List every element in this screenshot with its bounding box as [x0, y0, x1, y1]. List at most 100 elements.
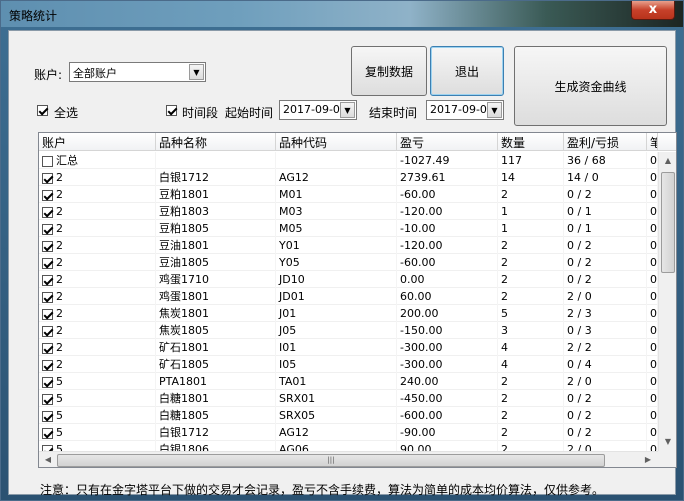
table-cell-code: Y01 — [276, 237, 397, 254]
table-row[interactable]: 2 矿石1805 I05 -300.00 4 0 / 40 — [39, 356, 658, 373]
table-row[interactable]: 2 豆油1801 Y01 -120.00 2 0 / 20 — [39, 237, 658, 254]
table-row[interactable]: 5 白银1806 AG06 90.00 2 2 / 00 — [39, 441, 658, 451]
column-header-name[interactable]: 品种名称 — [156, 133, 276, 151]
table-cell-name: 焦炭1805 — [156, 322, 276, 339]
column-header-code[interactable]: 品种代码 — [276, 133, 397, 151]
row-checkbox[interactable] — [42, 257, 53, 269]
table-row[interactable]: 2 白银1712 AG12 2739.61 14 14 / 00 — [39, 169, 658, 186]
scroll-right-icon[interactable]: ▶ — [640, 452, 656, 467]
row-checkbox[interactable] — [42, 308, 53, 320]
table-cell-name: 白糖1805 — [156, 407, 276, 424]
horizontal-scroll-thumb[interactable]: ||| — [57, 454, 605, 467]
generate-equity-curve-button[interactable]: 生成资金曲线 — [514, 46, 667, 126]
table-cell-name: 豆油1805 — [156, 254, 276, 271]
row-checkbox[interactable] — [42, 189, 53, 201]
row-checkbox[interactable] — [42, 359, 53, 371]
table-cell-code: I05 — [276, 356, 397, 373]
table-cell-extra: 0 — [647, 237, 658, 254]
table-row[interactable]: 2 焦炭1801 J01 200.00 5 2 / 30 — [39, 305, 658, 322]
scroll-up-icon[interactable]: ▲ — [660, 153, 676, 169]
table-cell-winloss: 2 / 3 — [564, 305, 647, 322]
row-checkbox[interactable] — [42, 325, 53, 337]
table-cell-extra: 0 — [647, 424, 658, 441]
table-cell-extra: 0 — [647, 169, 658, 186]
table-cell-name: 矿石1805 — [156, 356, 276, 373]
select-all-checkbox[interactable] — [37, 105, 48, 116]
account-select[interactable]: 全部账户 ▼ — [69, 62, 206, 82]
table-cell-qty: 117 — [498, 152, 564, 169]
scroll-left-icon[interactable]: ◀ — [40, 452, 56, 467]
horizontal-scrollbar[interactable]: ◀ ||| ▶ — [39, 451, 658, 467]
table-cell-winloss: 0 / 2 — [564, 407, 647, 424]
end-date-picker[interactable]: 2017-09-08 ▼ — [426, 100, 504, 120]
dialog-client-area: 账户: 全部账户 ▼ 复制数据 退出 生成资金曲线 全选 时间段 起始时间 20… — [8, 30, 677, 497]
column-header-extra[interactable]: 笔 — [647, 133, 658, 151]
start-time-label: 起始时间 — [225, 106, 274, 120]
table-row[interactable]: 2 豆粕1805 M05 -10.00 1 0 / 10 — [39, 220, 658, 237]
table-cell-qty: 2 — [498, 254, 564, 271]
chevron-down-icon[interactable]: ▼ — [340, 102, 355, 118]
table-cell-account: 2 — [39, 271, 156, 288]
table-row[interactable]: 汇总 -1027.49 117 36 / 68 0 — [39, 152, 658, 169]
period-checkbox[interactable] — [166, 105, 177, 116]
table-row[interactable]: 2 豆粕1803 M03 -120.00 1 0 / 10 — [39, 203, 658, 220]
column-header-pnl[interactable]: 盈亏 — [397, 133, 498, 151]
row-checkbox[interactable] — [42, 342, 53, 354]
table-cell-code: AG12 — [276, 169, 397, 186]
table-cell-pnl: 0.00 — [397, 271, 498, 288]
table-cell-name: 鸡蛋1801 — [156, 288, 276, 305]
copy-data-button[interactable]: 复制数据 — [351, 46, 427, 96]
vertical-scrollbar[interactable]: ▲ ▼ — [658, 152, 676, 451]
table-row[interactable]: 2 鸡蛋1801 JD01 60.00 2 2 / 00 — [39, 288, 658, 305]
row-checkbox[interactable] — [42, 393, 53, 405]
row-checkbox[interactable] — [42, 291, 53, 303]
table-cell-winloss: 0 / 4 — [564, 356, 647, 373]
row-account-text: 2 — [56, 341, 63, 354]
table-cell-code: M05 — [276, 220, 397, 237]
table-cell-code: JD10 — [276, 271, 397, 288]
table-row[interactable]: 2 焦炭1805 J05 -150.00 3 0 / 30 — [39, 322, 658, 339]
exit-button[interactable]: 退出 — [430, 46, 504, 96]
table-cell-extra: 0 — [647, 152, 658, 169]
row-account-text: 5 — [56, 426, 63, 439]
close-button[interactable]: x — [631, 1, 675, 20]
table-row[interactable]: 5 白银1712 AG12 -90.00 2 0 / 20 — [39, 424, 658, 441]
start-date-picker[interactable]: 2017-09-08 ▼ — [279, 100, 357, 120]
table-row[interactable]: 5 白糖1805 SRX05 -600.00 2 0 / 20 — [39, 407, 658, 424]
chevron-down-icon[interactable]: ▼ — [189, 64, 204, 80]
table-cell-winloss: 0 / 2 — [564, 424, 647, 441]
table-row[interactable]: 2 矿石1801 I01 -300.00 4 2 / 20 — [39, 339, 658, 356]
scroll-down-icon[interactable]: ▼ — [660, 434, 676, 450]
table-row[interactable]: 2 豆油1805 Y05 -60.00 2 0 / 20 — [39, 254, 658, 271]
table-cell-extra: 0 — [647, 373, 658, 390]
table-cell-extra: 0 — [647, 288, 658, 305]
table-cell-name: PTA1801 — [156, 373, 276, 390]
column-header-account[interactable]: 账户 — [39, 133, 156, 151]
column-header-qty[interactable]: 数量 — [498, 133, 564, 151]
table-cell-pnl: -300.00 — [397, 356, 498, 373]
row-checkbox[interactable] — [42, 172, 53, 184]
row-account-text: 2 — [56, 358, 63, 371]
start-date-value: 2017-09-08 — [283, 103, 347, 116]
table-cell-extra: 0 — [647, 305, 658, 322]
table-row[interactable]: 5 白糖1801 SRX01 -450.00 2 0 / 20 — [39, 390, 658, 407]
table-cell-winloss: 0 / 2 — [564, 271, 647, 288]
row-checkbox[interactable] — [42, 274, 53, 286]
table-cell-account: 2 — [39, 305, 156, 322]
column-header-winloss[interactable]: 盈利/亏损 — [564, 133, 647, 151]
row-checkbox[interactable] — [42, 240, 53, 252]
table-row[interactable]: 2 豆粕1801 M01 -60.00 2 0 / 20 — [39, 186, 658, 203]
row-checkbox[interactable] — [42, 410, 53, 422]
row-checkbox[interactable] — [42, 376, 53, 388]
row-checkbox[interactable] — [42, 155, 53, 167]
row-checkbox[interactable] — [42, 427, 53, 439]
row-checkbox[interactable] — [42, 206, 53, 218]
table-row[interactable]: 5 PTA1801 TA01 240.00 2 2 / 00 — [39, 373, 658, 390]
table-row[interactable]: 2 鸡蛋1710 JD10 0.00 2 0 / 20 — [39, 271, 658, 288]
table-cell-account: 2 — [39, 203, 156, 220]
row-checkbox[interactable] — [42, 223, 53, 235]
title-bar[interactable]: 策略统计 — [1, 1, 683, 27]
table-cell-account: 2 — [39, 237, 156, 254]
chevron-down-icon[interactable]: ▼ — [487, 102, 502, 118]
vertical-scroll-thumb[interactable] — [661, 172, 675, 273]
